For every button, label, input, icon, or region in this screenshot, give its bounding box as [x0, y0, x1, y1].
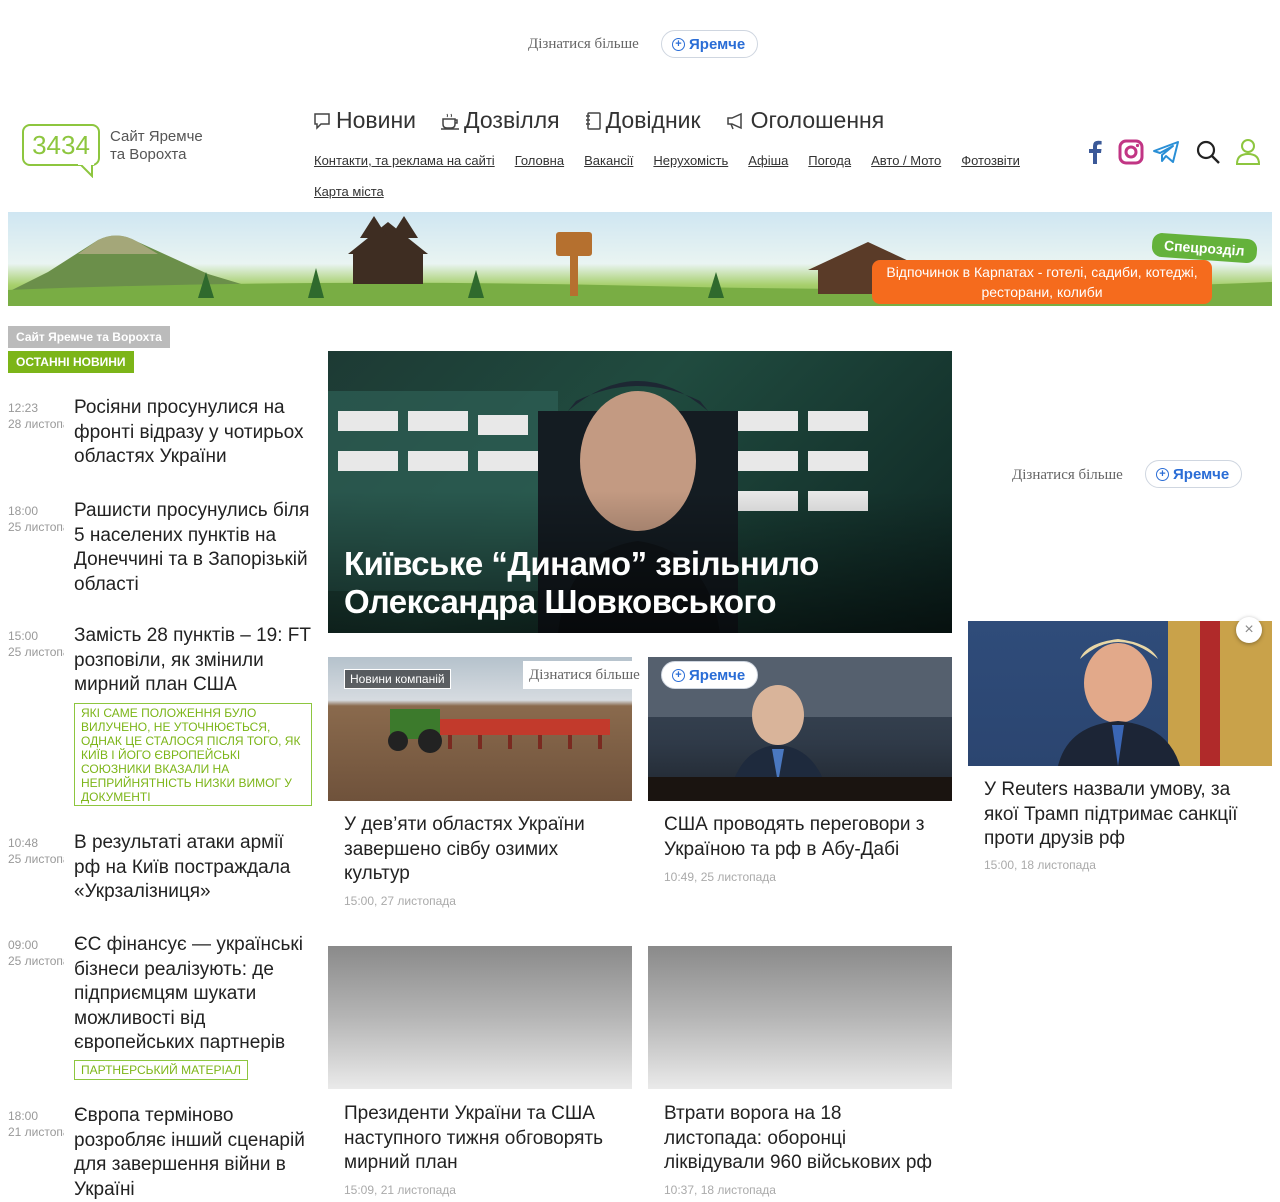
- telegram-icon[interactable]: [1152, 140, 1180, 164]
- card-date: 15:09, 21 листопада: [344, 1183, 456, 1197]
- logo-line-1: Сайт Яремче: [110, 128, 203, 145]
- inline-ad-button-label: Яремче: [689, 666, 746, 684]
- megaphone-icon: [726, 112, 742, 129]
- special-section-banner[interactable]: Спецрозділ Відпочинок в Карпатах - готел…: [8, 212, 1272, 306]
- sub-nav-auto[interactable]: Авто / Мото: [871, 153, 941, 168]
- sub-nav-poster[interactable]: Афіша: [748, 153, 788, 168]
- logo-text: Сайт Яремче та Ворохта: [110, 128, 203, 164]
- news-time-date: 25 листопада: [8, 645, 64, 659]
- banner-cta-line-2: ресторани, колиби: [981, 284, 1103, 300]
- site-tag[interactable]: Сайт Яремче та Ворохта: [8, 326, 170, 348]
- sub-nav-weather[interactable]: Погода: [808, 153, 851, 168]
- plus-icon: +: [672, 37, 685, 51]
- news-time-date: 25 листопада: [8, 852, 64, 866]
- news-item-title[interactable]: Замість 28 пунктів – 19: FT розповіли, я…: [74, 624, 314, 698]
- user-icon[interactable]: [1236, 138, 1260, 166]
- banner-cta-button[interactable]: Відпочинок в Карпатах - готелі, садиби, …: [872, 260, 1212, 304]
- banner-cta-line-1: Відпочинок в Карпатах - готелі, садиби, …: [886, 264, 1198, 280]
- partner-material-badge: ПАРТНЕРСЬКИЙ МАТЕРІАЛ: [74, 1060, 248, 1080]
- card-title[interactable]: Втрати ворога на 18 листопада: оборонці …: [664, 1102, 944, 1176]
- right-ad-yaremche-button[interactable]: + Яремче: [1145, 460, 1243, 488]
- news-item-title[interactable]: В результаті атаки армії рф на Київ пост…: [74, 831, 314, 905]
- card-title[interactable]: Президенти України та США наступного тиж…: [344, 1102, 624, 1176]
- sub-nav-realty[interactable]: Нерухомість: [653, 153, 728, 168]
- logo-number-box: 3434: [22, 124, 100, 166]
- instagram-icon[interactable]: [1118, 139, 1144, 165]
- card-title[interactable]: У дев’яти областях України завершено сів…: [344, 813, 614, 887]
- nav-label-directory: Довідник: [605, 107, 701, 133]
- nav-item-directory[interactable]: Довідник: [584, 107, 701, 134]
- news-time: 10:48 25 листопада: [8, 835, 64, 867]
- card-date: 10:49, 25 листопада: [664, 870, 776, 884]
- news-item-title[interactable]: Росіяни просунулися на фронті відразу у …: [74, 396, 314, 470]
- news-time: 15:00 25 листопада: [8, 628, 64, 660]
- right-ad-button-label: Яремче: [1173, 465, 1230, 483]
- news-time-date: 25 листопада: [8, 520, 64, 534]
- trump-photo: [1058, 621, 1272, 766]
- main-nav: Новини Дозвілля Довідник Оголошення: [312, 107, 884, 134]
- sub-nav-map[interactable]: Карта міста: [314, 184, 384, 199]
- ad-more-link[interactable]: Дізнатися більше: [528, 36, 639, 53]
- news-time-date: 21 листопада: [8, 1125, 64, 1139]
- nav-label-news: Новини: [336, 107, 417, 133]
- sub-nav-jobs[interactable]: Вакансії: [584, 153, 633, 168]
- sub-nav-photos[interactable]: Фотозвіти: [961, 153, 1020, 168]
- card-title[interactable]: США проводять переговори з Україною та р…: [664, 813, 934, 862]
- logo-line-2: та Ворохта: [110, 146, 187, 163]
- news-item-title[interactable]: Європа терміново розробляє інший сценарі…: [74, 1104, 314, 1202]
- inline-ad-more-link[interactable]: Дізнатися більше: [523, 661, 646, 689]
- card-image-placeholder[interactable]: [648, 946, 952, 1089]
- plus-icon: +: [672, 668, 685, 682]
- hero-article[interactable]: Київське “Динамо” звільнило Олександра Ш…: [328, 351, 952, 633]
- news-time-hour: 09:00: [8, 938, 39, 952]
- nav-item-ads[interactable]: Оголошення: [725, 107, 885, 134]
- ad-button-label: Яремче: [689, 35, 746, 53]
- facebook-icon[interactable]: [1084, 139, 1106, 165]
- sub-nav: Контакти, та реклама на сайті Головна Вака…: [314, 145, 1054, 207]
- news-time-hour: 12:23: [8, 401, 39, 415]
- nav-item-news[interactable]: Новини: [312, 107, 416, 134]
- site-logo[interactable]: 3434: [22, 124, 100, 178]
- speech-bubble-icon: [314, 112, 330, 130]
- right-ad-more-link[interactable]: Дізнатися більше: [1012, 467, 1123, 484]
- news-item-title[interactable]: ЄС фінансує — українські бізнеси реалізу…: [74, 933, 314, 1056]
- ad-yaremche-button[interactable]: + Яремче: [661, 30, 759, 58]
- news-time-hour: 15:00: [8, 629, 39, 643]
- close-glyph: ×: [1244, 621, 1254, 638]
- logo-tail-icon: [78, 162, 94, 178]
- notebook-icon: [585, 111, 601, 130]
- plus-icon: +: [1156, 467, 1169, 481]
- news-time-date: 25 листопада: [8, 954, 64, 968]
- news-time-hour: 18:00: [8, 504, 39, 518]
- nav-label-ads: Оголошення: [750, 107, 885, 133]
- right-card-image[interactable]: [968, 621, 1272, 766]
- search-icon[interactable]: [1195, 139, 1221, 165]
- logo-number: 3434: [32, 129, 90, 160]
- card-date: 10:37, 18 листопада: [664, 1183, 776, 1197]
- latest-news-tag[interactable]: ОСТАННІ НОВИНИ: [8, 351, 134, 373]
- news-item-title[interactable]: Рашисти просунулись біля 5 населених пун…: [74, 499, 314, 597]
- coffee-cup-icon: [441, 113, 460, 130]
- news-item-subtitle: ЯКІ САМЕ ПОЛОЖЕННЯ БУЛО ВИЛУЧЕНО, НЕ УТО…: [74, 703, 312, 806]
- news-time: 09:00 25 листопада: [8, 937, 64, 969]
- news-time-date: 28 листопада: [8, 417, 64, 431]
- close-icon[interactable]: ×: [1236, 617, 1262, 643]
- news-time: 12:23 28 листопада: [8, 400, 64, 432]
- news-time: 18:00 25 листопада: [8, 503, 64, 535]
- news-time: 18:00 21 листопада: [8, 1108, 64, 1140]
- card-date: 15:00, 27 листопада: [344, 894, 456, 908]
- news-time-hour: 10:48: [8, 836, 39, 850]
- nav-item-leisure[interactable]: Дозвілля: [440, 107, 560, 134]
- sub-nav-home[interactable]: Головна: [515, 153, 564, 168]
- card-category-label: Новини компаній: [344, 669, 451, 689]
- inline-ad-yaremche-button[interactable]: + Яремче: [661, 661, 759, 689]
- sub-nav-contacts[interactable]: Контакти, та реклама на сайті: [314, 153, 495, 168]
- right-card-title[interactable]: У Reuters назвали умову, за якої Трамп п…: [984, 778, 1254, 852]
- news-time-hour: 18:00: [8, 1109, 39, 1123]
- nav-label-leisure: Дозвілля: [464, 107, 560, 133]
- card-image-placeholder[interactable]: [328, 946, 632, 1089]
- hero-title[interactable]: Київське “Динамо” звільнило Олександра Ш…: [344, 545, 904, 621]
- right-card-date: 15:00, 18 листопада: [984, 858, 1096, 872]
